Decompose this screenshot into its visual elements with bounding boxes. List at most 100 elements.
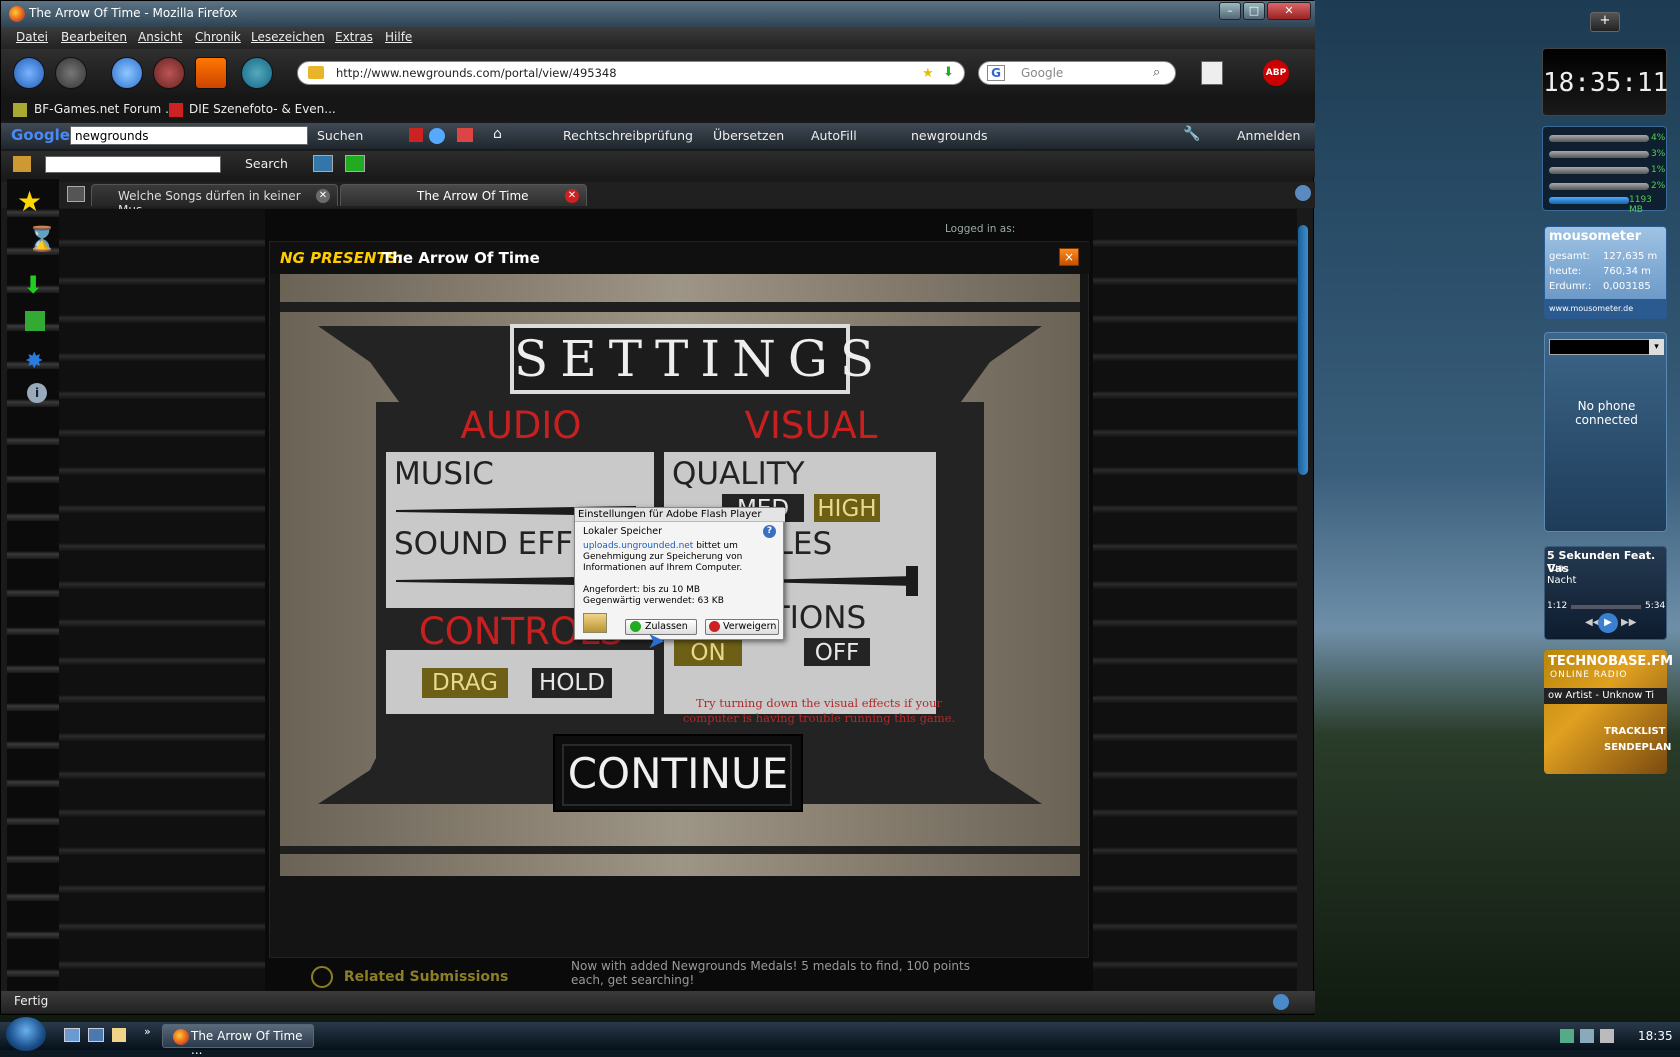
sidebar-add-gadget-button[interactable]: + bbox=[1590, 12, 1620, 32]
info-icon[interactable]: i bbox=[27, 383, 47, 403]
home-button[interactable] bbox=[195, 57, 227, 89]
notepad-icon[interactable] bbox=[1201, 61, 1223, 85]
animations-off-button[interactable]: OFF bbox=[804, 638, 870, 666]
menu-extras[interactable]: Extras bbox=[335, 30, 373, 44]
quality-label: QUALITY bbox=[672, 456, 805, 492]
google-autofill-button[interactable]: AutoFill bbox=[811, 128, 857, 143]
phone-gadget[interactable]: ▾ No phone connected bbox=[1544, 332, 1667, 532]
phone-status: No phone connected bbox=[1575, 399, 1638, 427]
bookmark-star-icon[interactable]: ★ bbox=[922, 66, 934, 81]
bookmark-szenefoto[interactable]: DIE Szenefoto- & Even... bbox=[189, 102, 336, 116]
cpu-meter-gadget[interactable]: 4% 3% 1% 2% 1193 MB bbox=[1542, 126, 1667, 215]
tab-arrow-of-time[interactable]: The Arrow Of Time ✕ bbox=[340, 184, 587, 206]
toolbar-logo-icon[interactable] bbox=[13, 156, 31, 172]
taskbar-firefox-item[interactable]: The Arrow Of Time ... bbox=[162, 1024, 314, 1057]
minimize-button[interactable]: – bbox=[1219, 2, 1241, 20]
google-spellcheck-button[interactable]: Rechtschreibprüfung bbox=[563, 128, 693, 143]
wrench-icon[interactable]: 🔧 bbox=[1183, 126, 1200, 142]
download-arrow-icon[interactable]: ⬇ bbox=[943, 65, 954, 80]
home-outline-icon[interactable]: ⌂ bbox=[493, 126, 502, 142]
track-album: Nacht bbox=[1547, 575, 1577, 586]
download-icon[interactable]: ⬇ bbox=[23, 271, 43, 299]
requesting-domain-link[interactable]: uploads.ungrounded.net bbox=[583, 541, 693, 551]
status-addon-icon[interactable] bbox=[1273, 994, 1289, 1010]
stop-button[interactable] bbox=[153, 57, 185, 89]
hold-button[interactable]: HOLD bbox=[532, 668, 612, 698]
toolbar-search-input[interactable] bbox=[45, 156, 221, 173]
start-button[interactable] bbox=[6, 1017, 46, 1051]
track-progress[interactable] bbox=[1571, 605, 1641, 609]
menu-datei[interactable]: Datei bbox=[16, 30, 48, 44]
gear-icon[interactable]: ✸ bbox=[25, 349, 43, 374]
menu-ansicht[interactable]: Ansicht bbox=[138, 30, 182, 44]
media-player-gadget[interactable]: 5 Sekunden Feat. Vas Tua Nacht 1:12 5:34… bbox=[1544, 546, 1667, 640]
menu-lesezeichen[interactable]: Lesezeichen bbox=[251, 30, 325, 44]
star-icon[interactable]: ★ bbox=[17, 185, 42, 218]
volume-icon[interactable] bbox=[1600, 1029, 1614, 1043]
show-desktop-icon[interactable] bbox=[64, 1028, 80, 1042]
google-translate-button[interactable]: Übersetzen bbox=[713, 128, 784, 143]
tray-icon[interactable] bbox=[1560, 1029, 1574, 1043]
google-engine-icon[interactable]: G bbox=[987, 65, 1005, 81]
particles-slider-knob[interactable] bbox=[906, 566, 918, 596]
toolbar-icon[interactable] bbox=[429, 128, 445, 144]
google-suchen-button[interactable]: Suchen bbox=[317, 128, 363, 143]
tracklist-button[interactable]: TRACKLIST bbox=[1604, 726, 1665, 737]
sendeplan-button[interactable]: SENDEPLAN bbox=[1604, 742, 1671, 753]
close-window-button[interactable]: ✕ bbox=[1267, 2, 1311, 20]
search-bar[interactable]: G Google ⌕ bbox=[978, 61, 1176, 85]
modal-close-button[interactable]: × bbox=[1059, 248, 1079, 266]
menu-hilfe[interactable]: Hilfe bbox=[385, 30, 412, 44]
help-icon[interactable]: ? bbox=[763, 525, 776, 538]
chevron-right-icon[interactable]: » bbox=[144, 1025, 151, 1038]
tab-close-icon[interactable]: ✕ bbox=[316, 189, 330, 203]
monitor-icon[interactable] bbox=[313, 155, 333, 172]
google-signin-button[interactable]: Anmelden bbox=[1237, 128, 1300, 143]
tab-list-icon[interactable] bbox=[1295, 185, 1311, 201]
phone-select[interactable] bbox=[1549, 339, 1664, 355]
chevron-down-icon[interactable]: ▾ bbox=[1649, 339, 1664, 355]
play-icon[interactable]: ▶ bbox=[1598, 613, 1618, 633]
adblock-icon[interactable]: ABP bbox=[1263, 60, 1289, 86]
mousometer-title: mousometer bbox=[1549, 229, 1642, 244]
network-icon[interactable] bbox=[1580, 1029, 1594, 1043]
mousometer-url[interactable]: www.mousometer.de bbox=[1549, 304, 1633, 313]
title-bar[interactable]: The Arrow Of Time - Mozilla Firefox – □ … bbox=[1, 1, 1315, 27]
mousometer-gadget[interactable]: mousometer gesamt: 127,635 m heute: 760,… bbox=[1544, 226, 1667, 319]
hourglass-icon[interactable]: ⌛ bbox=[27, 225, 57, 253]
menu-bearbeiten[interactable]: Bearbeiten bbox=[61, 30, 127, 44]
tab-welche-songs[interactable]: Welche Songs dürfen in keiner Mus... ✕ bbox=[91, 184, 338, 217]
forward-button[interactable] bbox=[55, 57, 87, 89]
menu-chronik[interactable]: Chronik bbox=[195, 30, 241, 44]
google-search-input[interactable]: newgrounds bbox=[70, 126, 308, 145]
animations-on-button[interactable]: ON bbox=[674, 638, 742, 666]
clock-gadget[interactable]: 18:35:11 bbox=[1542, 48, 1668, 116]
search-icon[interactable]: ⌕ bbox=[1153, 65, 1160, 80]
settings-title: SETTINGS bbox=[510, 324, 874, 394]
scrollbar-thumb[interactable] bbox=[1298, 225, 1308, 475]
tab-close-icon[interactable]: ✕ bbox=[565, 189, 579, 203]
pp-addon-icon[interactable] bbox=[241, 57, 273, 89]
new-tab-icon[interactable] bbox=[67, 186, 85, 202]
forward-icon[interactable]: ▶▶ bbox=[1621, 617, 1636, 628]
deny-button[interactable]: Verweigern bbox=[705, 619, 779, 635]
technobase-radio-gadget[interactable]: TECHNOBASE.FM ONLINE RADIO ow Artist - U… bbox=[1544, 650, 1673, 774]
drag-button[interactable]: DRAG bbox=[422, 668, 508, 698]
monitor-green-icon[interactable] bbox=[345, 155, 365, 172]
site-favicon bbox=[308, 66, 324, 79]
maximize-button[interactable]: □ bbox=[1243, 2, 1265, 20]
bookmark-bf-games[interactable]: BF-Games.net Forum ... bbox=[34, 102, 177, 116]
google-bookmark-newgrounds[interactable]: newgrounds bbox=[911, 128, 988, 143]
reload-button[interactable] bbox=[111, 57, 143, 89]
toolbar-search-button[interactable]: Search bbox=[245, 156, 288, 171]
related-submissions-link[interactable]: Related Submissions bbox=[311, 966, 508, 988]
folder-icon[interactable] bbox=[112, 1028, 126, 1042]
back-button[interactable] bbox=[13, 57, 45, 89]
toolbar-icon[interactable] bbox=[457, 128, 473, 142]
toolbar-icon[interactable] bbox=[409, 128, 423, 142]
puzzle-icon[interactable] bbox=[25, 311, 45, 331]
quality-high-button[interactable]: HIGH bbox=[814, 494, 880, 522]
url-bar[interactable]: http://www.newgrounds.com/portal/view/49… bbox=[297, 61, 965, 85]
switch-windows-icon[interactable] bbox=[88, 1028, 104, 1042]
taskbar-clock[interactable]: 18:35 bbox=[1638, 1029, 1673, 1043]
